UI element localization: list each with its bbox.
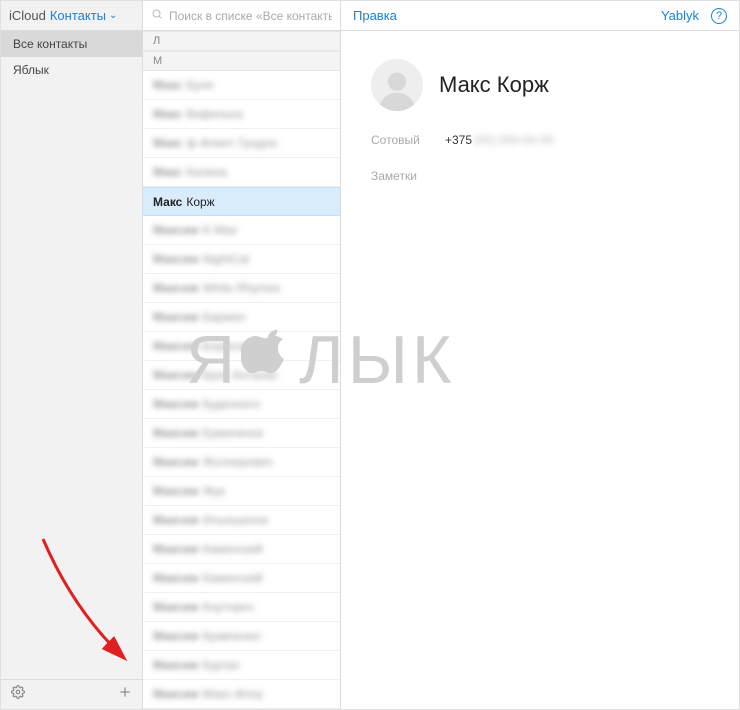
contact-fields: Сотовый +375(00) 000-00-00 Заметки <box>341 129 739 183</box>
contact-row[interactable]: МаксимЖолнерович <box>143 448 340 477</box>
contacts-dropdown-label: Контакты <box>50 8 106 23</box>
contact-row[interactable]: МаксКорж <box>143 187 340 216</box>
contact-card-header: Макс Корж <box>341 31 739 129</box>
sidebar-header: iCloud Контакты ⌄ <box>1 1 142 31</box>
sidebar-footer <box>1 679 142 709</box>
contacts-dropdown[interactable]: Контакты ⌄ <box>50 8 118 23</box>
gear-icon[interactable] <box>11 685 25 704</box>
contact-row[interactable]: МаксимКурган <box>143 651 340 680</box>
contact-row[interactable]: МаксимЖук <box>143 477 340 506</box>
sidebar: iCloud Контакты ⌄ Все контактыЯблык <box>1 1 143 709</box>
site-link[interactable]: Yablyk <box>661 8 699 23</box>
contact-row[interactable]: МаксимБорисов <box>143 332 340 361</box>
contact-row[interactable]: МаксимМакс-Флоу <box>143 680 340 709</box>
contact-row[interactable]: МаксимКнутович <box>143 593 340 622</box>
contact-row[interactable]: МаксимКаминский <box>143 564 340 593</box>
contact-list[interactable]: ЛММаксБуняМаксВафелькаМаксф-Флинт Гродно… <box>143 31 340 709</box>
sidebar-item[interactable]: Яблык <box>1 57 142 83</box>
detail-header: Правка Yablyk ? <box>341 1 739 31</box>
contact-row[interactable]: МаксимБрат Антанас <box>143 361 340 390</box>
search-input[interactable] <box>169 9 332 23</box>
contact-name: Макс Корж <box>439 72 549 98</box>
search-bar <box>143 1 340 31</box>
contact-row[interactable]: МаксимБуденного <box>143 390 340 419</box>
brand-label: iCloud <box>9 8 46 23</box>
contact-row[interactable]: МаксимЕрмаченок <box>143 419 340 448</box>
avatar <box>371 59 423 111</box>
group-list: Все контактыЯблык <box>1 31 142 679</box>
chevron-down-icon: ⌄ <box>109 10 117 21</box>
contact-row[interactable]: МаксимБармен <box>143 303 340 332</box>
contact-row[interactable]: МаксимNightCat <box>143 245 340 274</box>
plus-icon[interactable] <box>118 685 132 704</box>
contact-row[interactable]: МаксБуня <box>143 71 340 100</box>
contact-row[interactable]: МаксимИльюшенок <box>143 506 340 535</box>
section-header: Л <box>143 31 340 51</box>
section-header: М <box>143 51 340 71</box>
phone-field: Сотовый +375(00) 000-00-00 <box>371 129 709 151</box>
search-icon <box>151 7 163 25</box>
contact-row[interactable]: МаксимКаменский <box>143 535 340 564</box>
notes-label: Заметки <box>371 169 709 183</box>
sidebar-item[interactable]: Все контакты <box>1 31 142 57</box>
contact-row[interactable]: МаксимКравченко <box>143 622 340 651</box>
contact-row[interactable]: Максф-Флинт Гродно <box>143 129 340 158</box>
phone-label: Сотовый <box>371 133 431 147</box>
contact-row[interactable]: МаксимK-Max <box>143 216 340 245</box>
app-root: iCloud Контакты ⌄ Все контактыЯблык ЛММа… <box>0 0 740 710</box>
contact-list-column: ЛММаксБуняМаксВафелькаМаксф-Флинт Гродно… <box>143 1 341 709</box>
contact-row[interactable]: МаксимWhite Rhymes <box>143 274 340 303</box>
contact-row[interactable]: МаксКалина <box>143 158 340 187</box>
detail-pane: Правка Yablyk ? Макс Корж Сотовый +375(0… <box>341 1 739 709</box>
contact-row[interactable]: МаксВафелька <box>143 100 340 129</box>
help-icon[interactable]: ? <box>711 8 727 24</box>
phone-value: +375(00) 000-00-00 <box>445 133 553 147</box>
edit-button[interactable]: Правка <box>353 8 397 23</box>
